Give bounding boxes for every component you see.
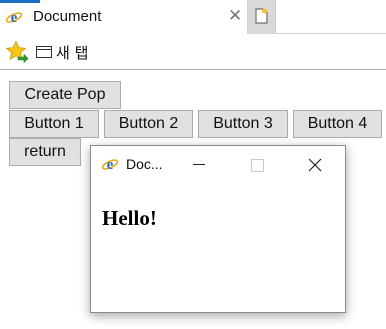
new-tab-icon <box>255 8 268 24</box>
button-3[interactable]: Button 3 <box>198 110 288 138</box>
popup-title: Doc... <box>126 156 163 172</box>
new-tab-button[interactable] <box>248 0 276 34</box>
button-1[interactable]: Button 1 <box>9 110 99 138</box>
tab-title: Document <box>33 8 102 25</box>
svg-text:e: e <box>11 10 18 26</box>
favorites-item-new-tab[interactable]: 새 탭 <box>36 43 89 62</box>
create-pop-button[interactable]: Create Pop <box>9 81 121 109</box>
popup-heading: Hello! <box>102 206 157 230</box>
minimize-icon[interactable] <box>187 146 211 182</box>
return-button[interactable]: return <box>9 138 81 166</box>
tab-document[interactable]: e Document ✕ <box>0 0 248 34</box>
tab-active-indicator <box>0 0 40 3</box>
svg-text:e: e <box>107 157 114 173</box>
favorites-item-label: 새 탭 <box>56 43 89 62</box>
button-4[interactable]: Button 4 <box>293 110 382 138</box>
popup-titlebar[interactable]: e Doc... <box>91 146 345 182</box>
ie-icon: e <box>101 157 119 173</box>
star-add-icon[interactable] <box>5 40 29 64</box>
ie-icon: e <box>5 10 23 26</box>
tab-strip: e Document ✕ <box>0 0 386 34</box>
button-2[interactable]: Button 2 <box>104 110 193 138</box>
favorites-bar: 새 탭 <box>0 34 386 70</box>
page-icon <box>36 46 52 58</box>
popup-window[interactable]: e Doc... Hello! <box>90 145 346 313</box>
tab-close-icon[interactable]: ✕ <box>228 6 242 26</box>
close-icon[interactable] <box>303 146 327 182</box>
browser-window: e Document ✕ 새 탭 Create Pop Button 1 But… <box>0 0 386 329</box>
popup-body: Hello! <box>91 182 345 312</box>
maximize-icon <box>245 146 269 182</box>
